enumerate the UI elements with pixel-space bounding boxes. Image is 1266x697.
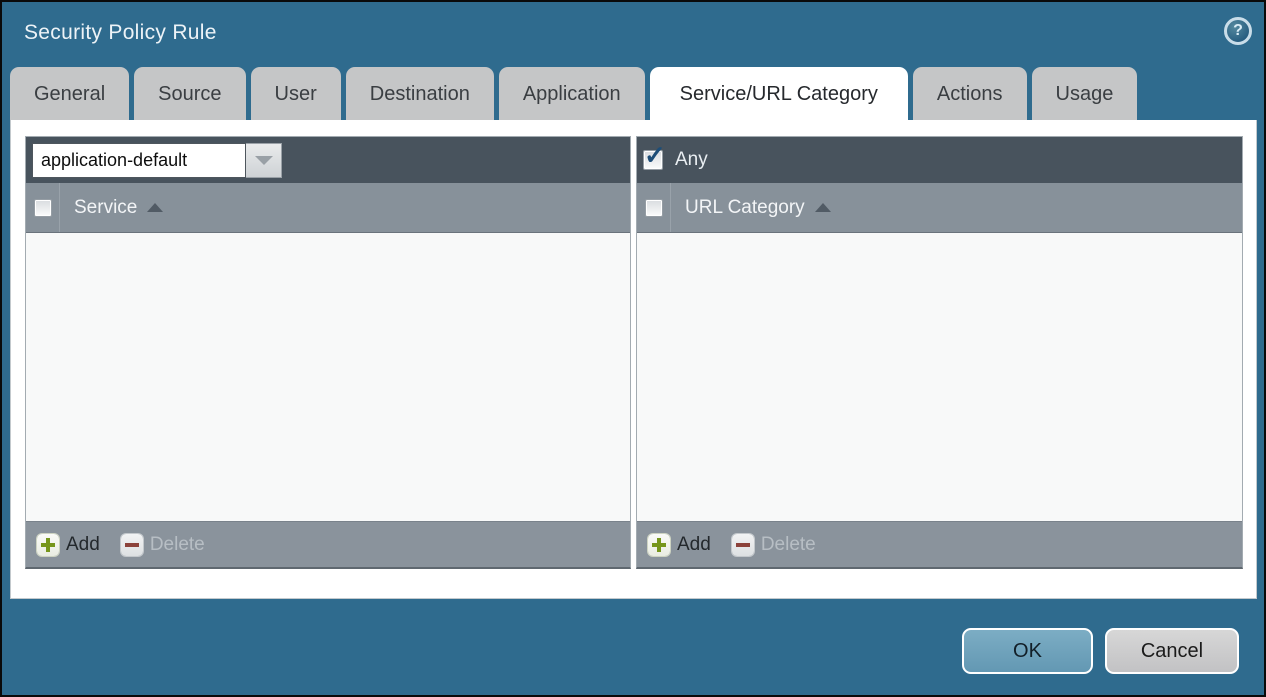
sort-ascending-icon	[147, 203, 163, 212]
delete-service-button[interactable]: Delete	[121, 534, 205, 556]
sort-ascending-icon	[815, 203, 831, 212]
service-panel-header	[26, 137, 630, 183]
select-all-url-categories-checkbox[interactable]	[645, 199, 663, 217]
tab-bar: General Source User Destination Applicat…	[10, 67, 1142, 120]
any-checkbox-label[interactable]: Any	[675, 149, 708, 171]
service-table-header: Service	[26, 183, 630, 233]
select-all-services-checkbox[interactable]	[34, 199, 52, 217]
service-type-dropdown-button[interactable]	[246, 143, 282, 178]
url-category-column-label: URL Category	[685, 197, 805, 219]
tab-general[interactable]: General	[10, 67, 129, 120]
tab-user[interactable]: User	[251, 67, 341, 120]
tab-application[interactable]: Application	[499, 67, 645, 120]
tab-actions[interactable]: Actions	[913, 67, 1027, 120]
ok-button[interactable]: OK	[962, 628, 1093, 674]
url-category-panel-header: ✓ Any	[637, 137, 1242, 183]
service-select-all-cell	[26, 183, 60, 232]
service-column-label: Service	[74, 197, 137, 219]
add-service-label: Add	[66, 534, 100, 556]
service-table-body[interactable]	[26, 233, 630, 521]
dialog-body: Service Add Delete	[10, 120, 1257, 599]
tab-usage[interactable]: Usage	[1032, 67, 1138, 120]
url-category-panel-footer: Add Delete	[637, 521, 1242, 567]
service-column-header[interactable]: Service	[60, 183, 163, 232]
add-url-category-label: Add	[677, 534, 711, 556]
add-service-button[interactable]: Add	[37, 534, 100, 556]
security-policy-rule-dialog: Security Policy Rule ? General Source Us…	[0, 0, 1266, 697]
service-type-dropdown[interactable]	[32, 143, 282, 178]
service-panel: Service Add Delete	[25, 136, 631, 569]
url-category-table-body[interactable]	[637, 233, 1242, 521]
add-icon	[37, 534, 59, 556]
check-icon: ✓	[644, 142, 666, 168]
any-checkbox[interactable]: ✓	[643, 150, 663, 170]
tab-destination[interactable]: Destination	[346, 67, 494, 120]
chevron-down-icon	[255, 156, 273, 165]
question-mark-glyph: ?	[1233, 22, 1243, 40]
delete-url-category-label: Delete	[761, 534, 816, 556]
url-category-column-header[interactable]: URL Category	[671, 183, 831, 232]
url-category-select-all-cell	[637, 183, 671, 232]
tab-source[interactable]: Source	[134, 67, 245, 120]
url-category-panel: ✓ Any URL Category Add	[636, 136, 1243, 569]
delete-icon	[121, 534, 143, 556]
dialog-title: Security Policy Rule	[24, 21, 217, 45]
service-panel-footer: Add Delete	[26, 521, 630, 567]
help-icon[interactable]: ?	[1224, 17, 1252, 45]
tab-service-url-category[interactable]: Service/URL Category	[650, 67, 908, 120]
cancel-button[interactable]: Cancel	[1105, 628, 1239, 674]
url-category-table-header: URL Category	[637, 183, 1242, 233]
delete-service-label: Delete	[150, 534, 205, 556]
add-url-category-button[interactable]: Add	[648, 534, 711, 556]
service-type-input[interactable]	[32, 143, 246, 178]
add-icon	[648, 534, 670, 556]
delete-icon	[732, 534, 754, 556]
delete-url-category-button[interactable]: Delete	[732, 534, 816, 556]
